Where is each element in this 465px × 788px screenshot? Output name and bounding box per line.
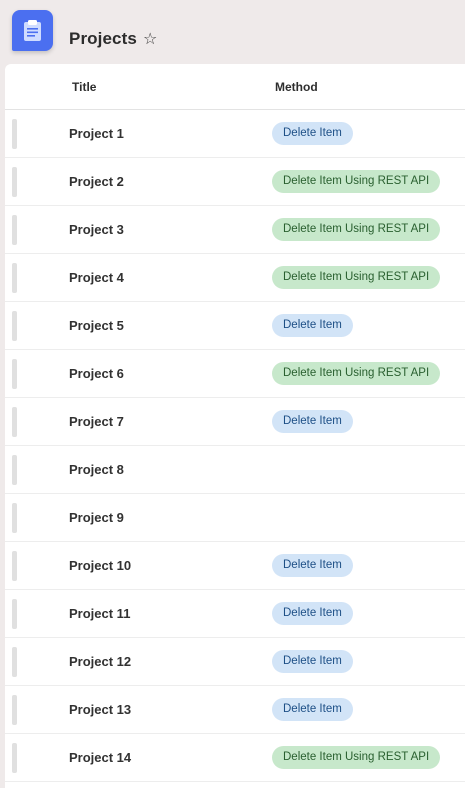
row-select-handle[interactable] [12,263,17,293]
table-row[interactable]: Project 7 Delete Item [5,398,465,446]
row-select-handle[interactable] [12,407,17,437]
table-row[interactable]: Project 10 Delete Item [5,542,465,590]
page-title: Projects [69,29,137,48]
table-row[interactable]: Project 8 [5,446,465,494]
row-select-handle[interactable] [12,503,17,533]
table-row[interactable]: Project 4 Delete Item Using REST API [5,254,465,302]
method-badge: Delete Item [272,314,353,337]
column-header-title[interactable]: Title [72,80,96,94]
row-select-handle[interactable] [12,215,17,245]
row-select-handle[interactable] [12,455,17,485]
method-badge: Delete Item [272,650,353,673]
list-header: Projects ☆ [0,0,465,64]
row-select-handle[interactable] [12,695,17,725]
row-title[interactable]: Project 1 [69,126,124,141]
method-badge: Delete Item Using REST API [272,746,441,769]
row-title[interactable]: Project 14 [69,750,131,765]
method-badge: Delete Item [272,554,353,577]
row-title[interactable]: Project 6 [69,366,124,381]
table-row[interactable]: Project 5 Delete Item [5,302,465,350]
row-select-handle[interactable] [12,551,17,581]
list-view: Title Method Project 1 Delete Item Project… [5,64,465,788]
clipboard-icon[interactable] [12,10,53,51]
clipboard-glyph [24,20,41,41]
row-title[interactable]: Project 12 [69,654,131,669]
method-badge: Delete Item Using REST API [272,218,441,241]
table-row[interactable]: Project 3 Delete Item Using REST API [5,206,465,254]
table-row[interactable]: Project 13 Delete Item [5,686,465,734]
table-row[interactable]: Project 6 Delete Item Using REST API [5,350,465,398]
method-badge: Delete Item [272,602,353,625]
list-rows: Project 1 Delete Item Project 2 Delete Item… [5,110,465,782]
row-title[interactable]: Project 9 [69,510,124,525]
column-header-method[interactable]: Method [275,80,318,94]
method-badge: Delete Item Using REST API [272,170,441,193]
sharepoint-list-app: Projects ☆ Title Method Project 1 Delete … [0,0,465,788]
row-title[interactable]: Project 5 [69,318,124,333]
method-badge: Delete Item Using REST API [272,362,441,385]
row-select-handle[interactable] [12,311,17,341]
table-row[interactable]: Project 12 Delete Item [5,638,465,686]
table-row[interactable]: Project 2 Delete Item Using REST API [5,158,465,206]
row-select-handle[interactable] [12,167,17,197]
row-select-handle[interactable] [12,599,17,629]
row-title[interactable]: Project 3 [69,222,124,237]
table-row[interactable]: Project 11 Delete Item [5,590,465,638]
row-title[interactable]: Project 11 [69,606,130,621]
row-select-handle[interactable] [12,359,17,389]
method-badge: Delete Item [272,410,353,433]
star-icon[interactable]: ☆ [143,30,161,48]
table-row[interactable]: Project 14 Delete Item Using REST API [5,734,465,782]
method-badge: Delete Item Using REST API [272,266,441,289]
row-title[interactable]: Project 10 [69,558,131,573]
row-select-handle[interactable] [12,647,17,677]
row-title[interactable]: Project 8 [69,462,124,477]
row-title[interactable]: Project 4 [69,270,124,285]
column-header-row: Title Method [5,64,465,110]
table-row[interactable]: Project 1 Delete Item [5,110,465,158]
row-title[interactable]: Project 2 [69,174,124,189]
row-select-handle[interactable] [12,119,17,149]
table-row[interactable]: Project 9 [5,494,465,542]
row-select-handle[interactable] [12,743,17,773]
row-title[interactable]: Project 7 [69,414,124,429]
method-badge: Delete Item [272,122,353,145]
method-badge: Delete Item [272,698,353,721]
row-title[interactable]: Project 13 [69,702,131,717]
